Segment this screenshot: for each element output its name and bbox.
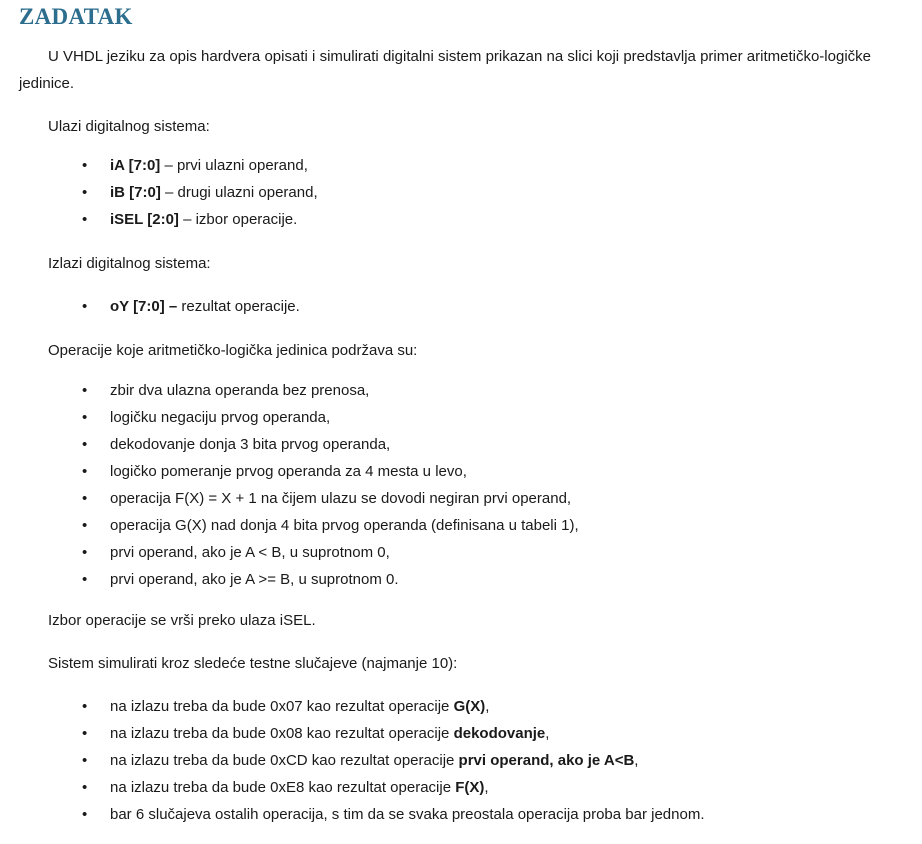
bullet-icon: • bbox=[82, 752, 88, 769]
bullet-icon: • bbox=[82, 409, 88, 426]
list-item: • operacija G(X) nad donja 4 bita prvog o… bbox=[0, 516, 579, 543]
tests-heading: Sistem simulirati kroz sledeće testne sl… bbox=[48, 655, 458, 672]
signal-desc: – izbor operacije. bbox=[178, 211, 298, 228]
operation-text: prvi operand, ako je A < B, u suprotnom … bbox=[110, 544, 390, 561]
inputs-list: • iA [7:0] – prvi ulazni operand, • iB [7:… bbox=[0, 156, 318, 237]
intro-paragraph: U VHDL jeziku za opis hardvera opisati i… bbox=[19, 48, 871, 92]
bullet-icon: • bbox=[82, 298, 88, 315]
list-item: • prvi operand, ako je A >= B, u suprotno… bbox=[0, 570, 579, 597]
test-tail: , bbox=[485, 698, 490, 715]
test-tail: , bbox=[545, 725, 550, 742]
operations-heading: Operacije koje aritmetičko-logička jedin… bbox=[48, 342, 418, 359]
outputs-heading: Izlazi digitalnog sistema: bbox=[48, 255, 211, 272]
signal-desc: – prvi ulazni operand, bbox=[160, 157, 308, 174]
list-item: • na izlazu treba da bude 0x08 kao rezult… bbox=[0, 724, 705, 751]
operation-text: operacija F(X) = X + 1 na čijem ulazu se… bbox=[110, 490, 572, 507]
document-page: ZADATAK U VHDL jeziku za opis hardvera o… bbox=[0, 0, 922, 844]
test-text: bar 6 slučajeva ostalih operacija, s tim… bbox=[110, 806, 705, 823]
bullet-icon: • bbox=[82, 157, 88, 174]
test-tail: , bbox=[634, 752, 639, 769]
list-item: • prvi operand, ako je A < B, u suprotnom… bbox=[0, 543, 579, 570]
signal-name: iA [7:0] bbox=[110, 157, 161, 174]
operation-text: prvi operand, ako je A >= B, u suprotnom… bbox=[110, 571, 399, 588]
list-item: • iB [7:0] – drugi ulazni operand, bbox=[0, 183, 318, 210]
test-operation: G(X) bbox=[453, 698, 486, 715]
list-item: • bar 6 slučajeva ostalih operacija, s ti… bbox=[0, 805, 705, 832]
list-item: • oY [7:0] – rezultat operacije. bbox=[0, 297, 300, 324]
bullet-icon: • bbox=[82, 698, 88, 715]
test-operation: prvi operand, ako je A<B bbox=[458, 752, 635, 769]
list-item: • iSEL [2:0] – izbor operacije. bbox=[0, 210, 318, 237]
operation-text: logičku negaciju prvog operanda, bbox=[110, 409, 331, 426]
operation-text: zbir dva ulazna operanda bez prenosa, bbox=[110, 382, 370, 399]
signal-desc: – drugi ulazni operand, bbox=[160, 184, 318, 201]
list-item: • na izlazu treba da bude 0xCD kao rezult… bbox=[0, 751, 705, 778]
test-text: na izlazu treba da bude 0x07 kao rezulta… bbox=[110, 698, 454, 715]
bullet-icon: • bbox=[82, 725, 88, 742]
bullet-icon: • bbox=[82, 382, 88, 399]
operation-text: operacija G(X) nad donja 4 bita prvog op… bbox=[110, 517, 579, 534]
test-operation: F(X) bbox=[455, 779, 485, 796]
page-title: ZADATAK bbox=[19, 4, 133, 29]
selection-note: Izbor operacije se vrši preko ulaza iSEL… bbox=[48, 612, 316, 629]
list-item: • na izlazu treba da bude 0xE8 kao rezult… bbox=[0, 778, 705, 805]
signal-desc: rezultat operacije. bbox=[177, 298, 300, 315]
list-item: • na izlazu treba da bude 0x07 kao rezult… bbox=[0, 697, 705, 724]
inputs-heading: Ulazi digitalnog sistema: bbox=[48, 118, 210, 135]
bullet-icon: • bbox=[82, 571, 88, 588]
signal-name: oY [7:0] – bbox=[110, 298, 178, 315]
list-item: • logičko pomeranje prvog operanda za 4 m… bbox=[0, 462, 579, 489]
operation-text: dekodovanje donja 3 bita prvog operanda, bbox=[110, 436, 391, 453]
bullet-icon: • bbox=[82, 517, 88, 534]
bullet-icon: • bbox=[82, 463, 88, 480]
list-item: • zbir dva ulazna operanda bez prenosa, bbox=[0, 381, 579, 408]
test-operation: dekodovanje bbox=[453, 725, 546, 742]
list-item: • dekodovanje donja 3 bita prvog operanda… bbox=[0, 435, 579, 462]
test-text: na izlazu treba da bude 0xE8 kao rezulta… bbox=[110, 779, 456, 796]
test-text: na izlazu treba da bude 0x08 kao rezulta… bbox=[110, 725, 454, 742]
bullet-icon: • bbox=[82, 436, 88, 453]
list-item: • iA [7:0] – prvi ulazni operand, bbox=[0, 156, 318, 183]
outputs-list: • oY [7:0] – rezultat operacije. bbox=[0, 297, 300, 324]
bullet-icon: • bbox=[82, 490, 88, 507]
operations-list: • zbir dva ulazna operanda bez prenosa, •… bbox=[0, 381, 579, 597]
list-item: • logičku negaciju prvog operanda, bbox=[0, 408, 579, 435]
operation-text: logičko pomeranje prvog operanda za 4 me… bbox=[110, 463, 467, 480]
bullet-icon: • bbox=[82, 806, 88, 823]
bullet-icon: • bbox=[82, 779, 88, 796]
bullet-icon: • bbox=[82, 544, 88, 561]
signal-name: iB [7:0] bbox=[110, 184, 161, 201]
tests-list: • na izlazu treba da bude 0x07 kao rezult… bbox=[0, 697, 705, 832]
bullet-icon: • bbox=[82, 211, 88, 228]
list-item: • operacija F(X) = X + 1 na čijem ulazu s… bbox=[0, 489, 579, 516]
test-text: na izlazu treba da bude 0xCD kao rezulta… bbox=[110, 752, 459, 769]
bullet-icon: • bbox=[82, 184, 88, 201]
signal-name: iSEL [2:0] bbox=[110, 211, 179, 228]
test-tail: , bbox=[484, 779, 489, 796]
